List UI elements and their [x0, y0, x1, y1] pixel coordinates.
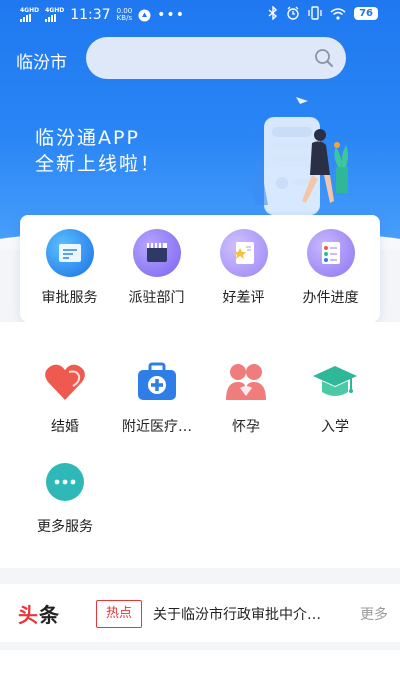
banner-line-2: 全新上线啦！ — [35, 153, 162, 175]
wifi-icon — [330, 7, 346, 20]
heart-icon — [45, 364, 85, 400]
banner-title: 临汾通APP 全新上线啦！ — [35, 125, 161, 177]
quick-action-department[interactable]: 派驻部门 — [115, 229, 199, 322]
service-label: 怀孕 — [232, 419, 260, 435]
news-ticker[interactable]: 头条 热点 关于临汾市行政审批中介… 更多 — [0, 584, 400, 642]
quick-action-rating[interactable]: 好差评 — [202, 229, 286, 322]
quick-action-progress[interactable]: 办件进度 — [289, 229, 373, 322]
service-label: 更多服务 — [37, 519, 93, 535]
alarm-icon — [287, 6, 299, 20]
graduation-cap-icon — [313, 366, 357, 396]
logo-char-2: 条 — [39, 603, 60, 627]
speed-unit: KB/s — [116, 14, 133, 22]
pregnancy-icon — [226, 364, 266, 400]
signal-indicator-1: 4GHD — [20, 8, 39, 22]
quick-action-approval[interactable]: 审批服务 — [28, 229, 112, 322]
banner-line-1: 临汾通APP — [35, 127, 140, 149]
quick-action-label: 好差评 — [222, 290, 265, 306]
service-more[interactable]: 更多服务 — [15, 460, 115, 536]
bluetooth-icon — [268, 6, 278, 20]
quick-action-card: 审批服务 派驻部门 好差评 办件进度 — [20, 215, 380, 322]
quick-action-label: 办件进度 — [302, 290, 359, 306]
more-news-link[interactable]: 更多 — [360, 604, 388, 624]
search-icon[interactable] — [314, 48, 334, 68]
bottom-section — [0, 650, 400, 678]
vibrate-icon — [308, 6, 322, 20]
signal-indicator-2: 4GHD — [45, 8, 64, 22]
service-pregnancy[interactable]: 怀孕 — [196, 360, 296, 436]
approval-icon — [45, 229, 94, 277]
status-bar: 4GHD 4GHD 11:37 0.00 KB/s ••• 76 — [0, 0, 400, 32]
hot-tag: 热点 — [96, 600, 142, 628]
quick-action-label: 审批服务 — [41, 290, 98, 306]
news-headline[interactable]: 关于临汾市行政审批中介… — [153, 604, 321, 624]
services-grid: 结婚 附近医疗… 怀孕 入学 更多服务 — [0, 322, 400, 568]
banner-illustration — [251, 97, 348, 215]
medical-kit-icon — [138, 362, 176, 400]
logo-char-1: 头 — [18, 603, 39, 627]
service-marriage[interactable]: 结婚 — [15, 360, 115, 436]
toutiao-logo: 头条 — [18, 599, 60, 628]
navigation-icon — [138, 9, 151, 21]
city-selector[interactable]: 临汾市 — [16, 48, 67, 73]
service-medical[interactable]: 附近医疗… — [107, 360, 207, 436]
progress-icon — [306, 229, 355, 277]
service-label: 结婚 — [51, 419, 79, 435]
quick-action-label: 派驻部门 — [128, 290, 185, 306]
service-school[interactable]: 入学 — [285, 360, 385, 436]
battery-indicator: 76 — [354, 6, 378, 20]
search-bar[interactable] — [86, 37, 346, 79]
more-icon — [46, 463, 84, 501]
hero-banner: 4GHD 4GHD 11:37 0.00 KB/s ••• 76 临汾市 临汾通… — [0, 0, 400, 250]
rating-icon — [219, 229, 268, 277]
network-speed: 0.00 KB/s — [117, 8, 133, 22]
service-label: 入学 — [321, 419, 349, 435]
more-notifications-icon: ••• — [157, 7, 185, 23]
department-icon — [132, 229, 181, 277]
clock: 11:37 — [70, 7, 111, 23]
service-label: 附近医疗… — [122, 419, 192, 435]
